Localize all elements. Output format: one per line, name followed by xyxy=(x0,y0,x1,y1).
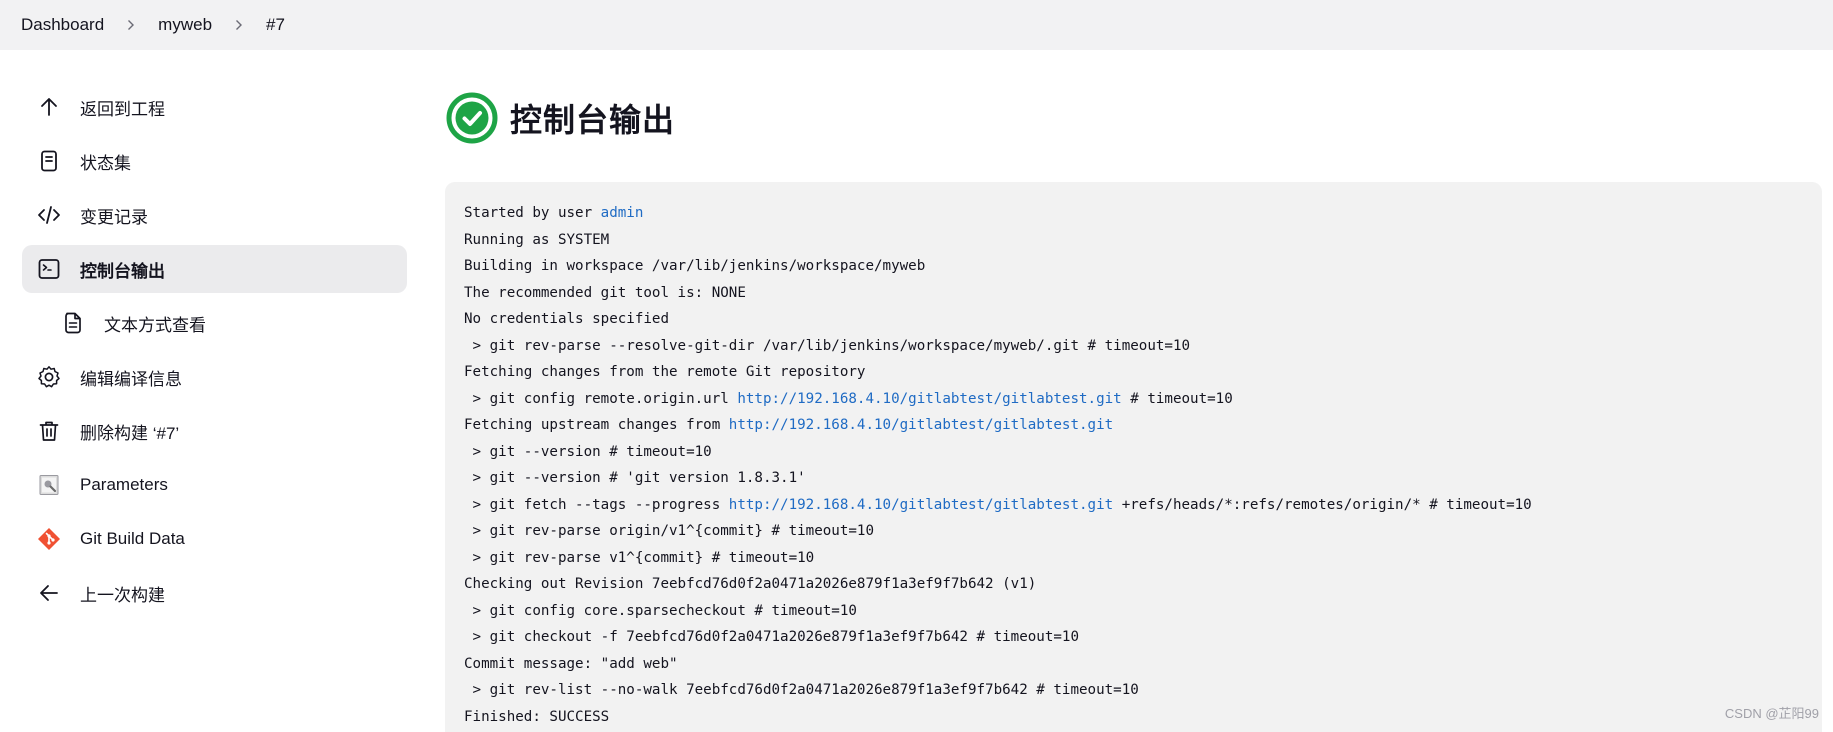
parameters-icon xyxy=(36,472,62,498)
repo-link[interactable]: http://192.168.4.10/gitlabtest/gitlabtes… xyxy=(729,497,1113,513)
sidebar-item-label: 控制台输出 xyxy=(80,261,165,281)
sidebar-item-delete-build[interactable]: 删除构建 ‘#7’ xyxy=(22,407,407,455)
repo-link[interactable]: http://192.168.4.10/gitlabtest/gitlabtes… xyxy=(737,391,1121,407)
console-line: Running as SYSTEM xyxy=(464,231,610,248)
sidebar-item-parameters[interactable]: Parameters xyxy=(22,461,407,509)
sidebar-item-status[interactable]: 状态集 xyxy=(22,137,407,185)
chevron-right-icon xyxy=(226,15,252,35)
document-icon xyxy=(36,148,62,174)
arrow-left-icon xyxy=(36,580,62,606)
sidebar-item-git-build-data[interactable]: Git Build Data xyxy=(22,515,407,563)
console-line: No credentials specified xyxy=(464,311,669,327)
gear-icon xyxy=(36,364,62,390)
breadcrumb-myweb[interactable]: myweb xyxy=(158,15,212,35)
sidebar-item-label: 变更记录 xyxy=(80,207,148,227)
sidebar-item-edit-build-info[interactable]: 编辑编译信息 xyxy=(22,353,407,401)
console-line: Building in workspace /var/lib/jenkins/w… xyxy=(464,258,926,274)
trash-icon xyxy=(36,418,62,444)
breadcrumb-dashboard[interactable]: Dashboard xyxy=(21,15,104,35)
sidebar-item-label: 编辑编译信息 xyxy=(80,369,182,389)
sidebar-item-label: 返回到工程 xyxy=(80,99,165,119)
sidebar: 返回到工程 状态集 变更记录 控制台输出 文本方式查看 编辑编译信息 删除构建 … xyxy=(22,83,407,623)
repo-link[interactable]: http://192.168.4.10/gitlabtest/gitlabtes… xyxy=(729,417,1113,433)
console-line: > git config core.sparsecheckout # timeo… xyxy=(464,602,857,619)
breadcrumb: Dashboard myweb #7 xyxy=(0,0,1833,50)
console-line: Finished: SUCCESS xyxy=(464,708,610,725)
git-icon xyxy=(36,526,62,552)
page-title: 控制台输出 xyxy=(510,102,676,138)
console-line: Started by user admin xyxy=(464,205,644,221)
console-line: > git rev-parse origin/v1^{commit} # tim… xyxy=(464,523,874,539)
console-line: Fetching changes from the remote Git rep… xyxy=(464,364,866,380)
sidebar-item-label: 文本方式查看 xyxy=(104,315,206,335)
sidebar-item-previous-build[interactable]: 上一次构建 xyxy=(22,569,407,617)
sidebar-item-changes[interactable]: 变更记录 xyxy=(22,191,407,239)
console-line: Checking out Revision 7eebfcd76d0f2a0471… xyxy=(464,576,1037,592)
user-link[interactable]: admin xyxy=(601,205,644,221)
console-line: Commit message: "add web" xyxy=(464,655,678,672)
console-line: > git config remote.origin.url http://19… xyxy=(464,390,1233,407)
console-line: Fetching upstream changes from http://19… xyxy=(464,417,1114,433)
console-line: > git rev-parse v1^{commit} # timeout=10 xyxy=(464,549,815,566)
sidebar-item-back-to-project[interactable]: 返回到工程 xyxy=(22,83,407,131)
console-line: > git fetch --tags --progress http://192… xyxy=(464,496,1532,513)
success-check-icon xyxy=(446,92,498,144)
sidebar-item-label: 状态集 xyxy=(80,153,131,173)
sidebar-item-label: Parameters xyxy=(80,475,168,494)
sidebar-item-label: Git Build Data xyxy=(80,529,185,548)
sidebar-item-label: 删除构建 ‘#7’ xyxy=(80,423,180,443)
page-header: 控制台输出 xyxy=(446,92,675,144)
console-line: > git rev-parse --resolve-git-dir /var/l… xyxy=(464,337,1191,354)
console-line: > git checkout -f 7eebfcd76d0f2a0471a202… xyxy=(464,629,1079,645)
sidebar-item-label: 上一次构建 xyxy=(80,585,165,605)
text-file-icon xyxy=(60,310,86,336)
code-icon xyxy=(36,202,62,228)
breadcrumb-build-7[interactable]: #7 xyxy=(266,15,285,35)
sidebar-item-console-output[interactable]: 控制台输出 xyxy=(22,245,407,293)
console-line: > git --version # timeout=10 xyxy=(464,443,712,460)
console-line: > git rev-list --no-walk 7eebfcd76d0f2a0… xyxy=(464,682,1139,698)
console-line: The recommended git tool is: NONE xyxy=(464,284,746,301)
console-output: Started by user admin Running as SYSTEM … xyxy=(445,182,1822,732)
arrow-up-icon xyxy=(36,94,62,120)
watermark: CSDN @芷阳99 xyxy=(1724,706,1819,721)
sidebar-item-view-as-text[interactable]: 文本方式查看 xyxy=(22,299,407,347)
console-line: > git --version # 'git version 1.8.3.1' xyxy=(464,470,806,486)
terminal-icon xyxy=(36,256,62,282)
chevron-right-icon xyxy=(118,15,144,35)
